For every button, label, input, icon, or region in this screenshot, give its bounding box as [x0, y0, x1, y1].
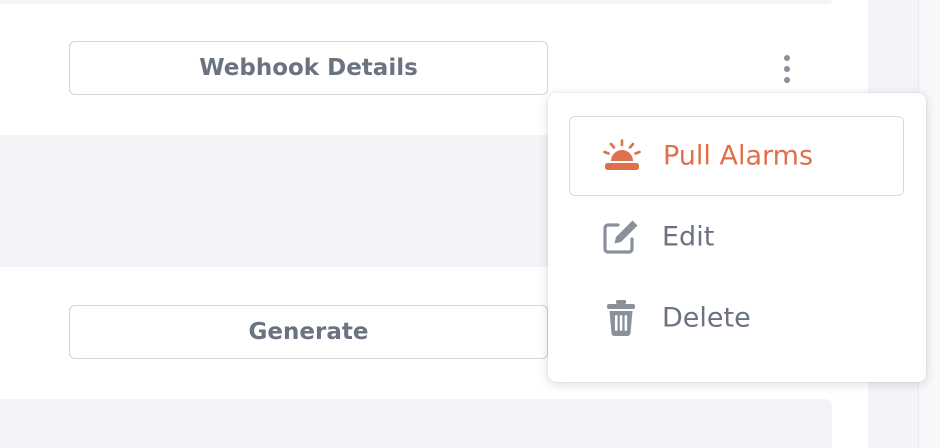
generate-button[interactable]: Generate — [69, 305, 548, 359]
menu-item-pull-alarms[interactable]: Pull Alarms — [569, 116, 904, 196]
menu-item-label: Edit — [662, 221, 715, 253]
webhook-details-button[interactable]: Webhook Details — [69, 41, 548, 95]
row-divider-bottom — [0, 399, 832, 448]
kebab-dot — [784, 77, 790, 83]
trash-icon — [601, 298, 641, 338]
more-options-button[interactable] — [768, 48, 806, 90]
menu-item-delete[interactable]: Delete — [569, 278, 904, 358]
more-options-menu: Pull Alarms Edit Delete — [548, 93, 926, 382]
menu-item-edit[interactable]: Edit — [569, 197, 904, 277]
kebab-dot — [784, 55, 790, 61]
kebab-dot — [784, 66, 790, 72]
edit-icon — [601, 217, 641, 257]
menu-item-label: Delete — [662, 302, 751, 334]
siren-icon — [602, 136, 642, 176]
row-divider-top — [0, 0, 832, 4]
menu-item-label: Pull Alarms — [663, 140, 814, 172]
